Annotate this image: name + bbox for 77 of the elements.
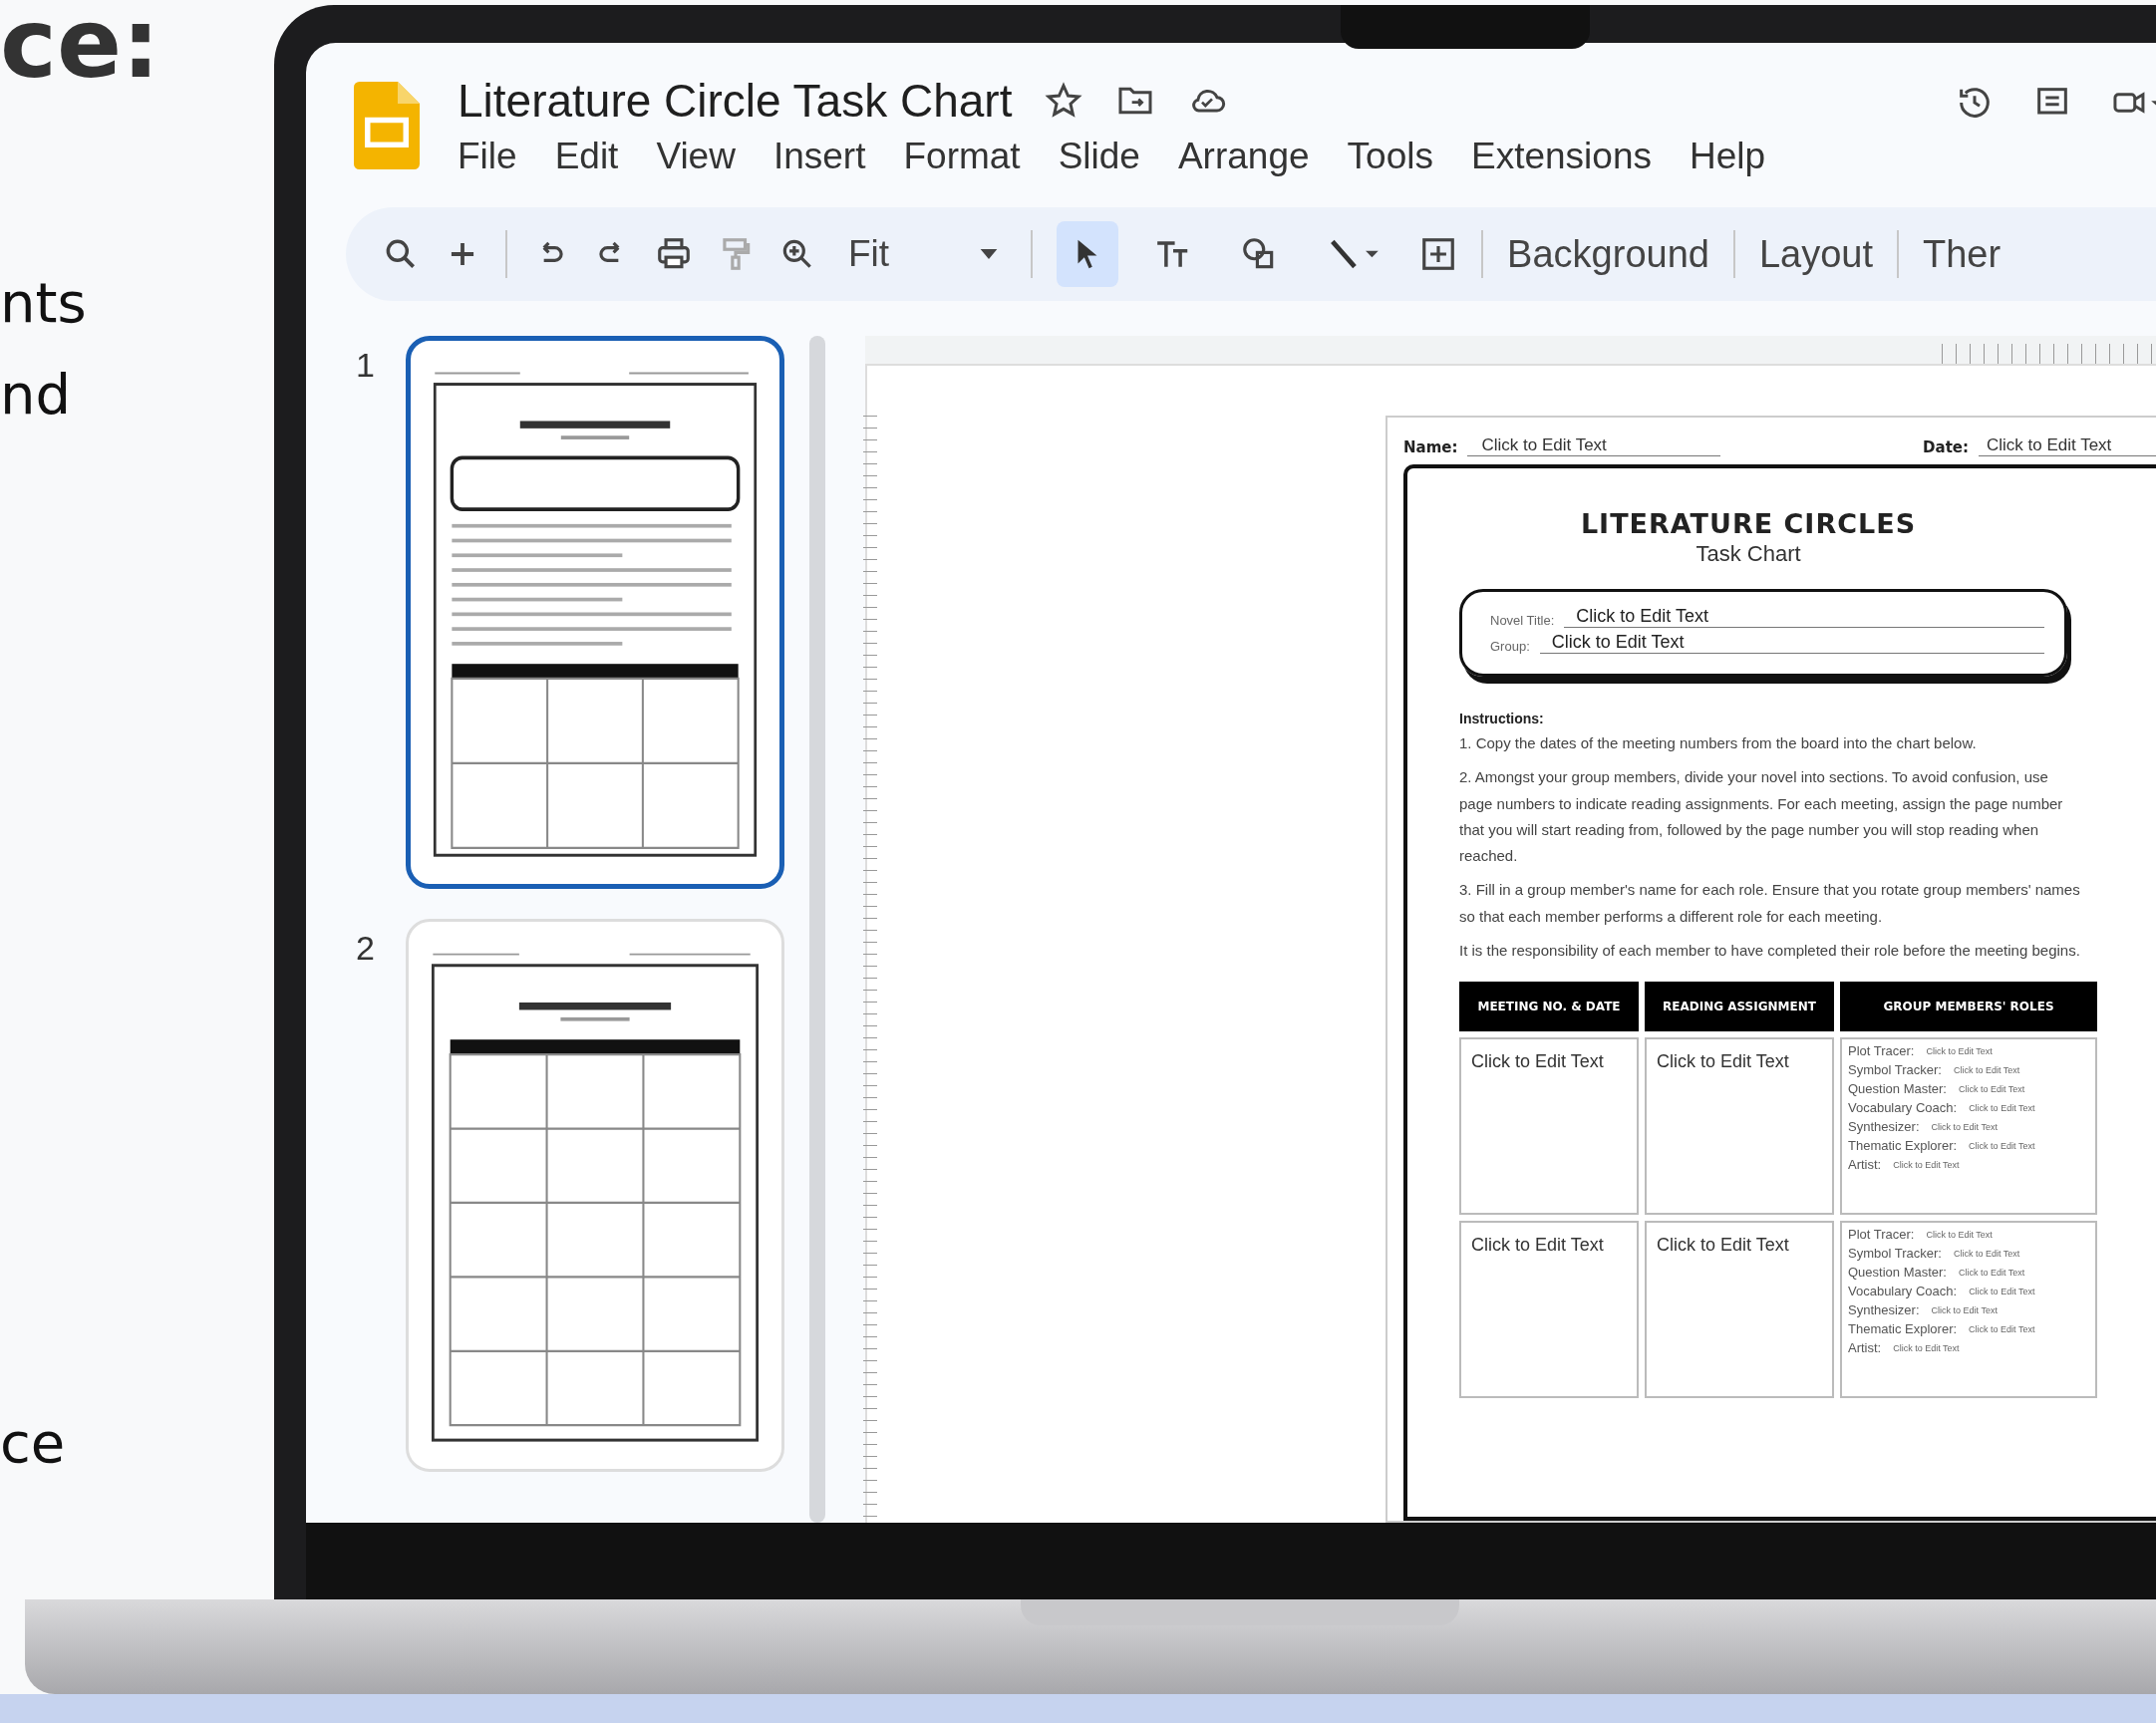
slide-number: 1 xyxy=(356,346,376,385)
date-field[interactable]: Click to Edit Text xyxy=(1979,435,2156,456)
headline-fragment: nts xyxy=(0,268,88,337)
role-field[interactable]: Click to Edit Text xyxy=(1969,1140,2035,1151)
role-label: Artist: xyxy=(1848,1340,1882,1355)
menu-item[interactable]: Edit xyxy=(554,135,619,177)
fill-in-line[interactable]: Click to Edit Text xyxy=(1564,606,2044,628)
select-tool-button[interactable] xyxy=(1057,221,1119,287)
instruction-paragraph: It is the responsibility of each member to have completed their role before the meeting begins. xyxy=(1459,940,2081,961)
table-header: READING ASSIGNMENT xyxy=(1645,982,1834,1031)
role-field[interactable]: Click to Edit Text xyxy=(1959,1267,2025,1278)
role-label: Vocabulary Coach: xyxy=(1848,1284,1958,1298)
role-label: Symbol Tracker: xyxy=(1848,1246,1942,1261)
worksheet-heading: LITERATURE CIRCLES xyxy=(1579,508,1918,539)
field-label: Date: xyxy=(1923,438,1969,456)
field-label: Novel Title: xyxy=(1490,613,1555,628)
field-label: Name: xyxy=(1403,438,1458,456)
instruction-paragraph: 3. Fill in a group member's name for each role. Ensure that you rotate group members' names so that each member performs a different role for each meeting. xyxy=(1459,880,2081,927)
instructions-heading: Instructions: xyxy=(1459,711,1545,726)
caret-icon xyxy=(979,247,1000,261)
table-header: MEETING NO. & DATE xyxy=(1459,982,1639,1031)
field-label: Group: xyxy=(1490,639,1530,654)
menu-item[interactable]: View xyxy=(656,135,736,177)
role-field[interactable]: Click to Edit Text xyxy=(1893,1159,1960,1170)
menu-item[interactable]: Help xyxy=(1689,135,1766,177)
name-field[interactable]: Click to Edit Text xyxy=(1467,435,1721,456)
table-cell[interactable]: Click to Edit Text xyxy=(1657,1235,1789,1255)
menu-item[interactable]: Arrange xyxy=(1177,135,1310,177)
role-field[interactable]: Click to Edit Text xyxy=(1926,1045,1993,1056)
table-cell[interactable]: Click to Edit Text xyxy=(1657,1051,1789,1071)
role-field[interactable]: Click to Edit Text xyxy=(1969,1102,2035,1113)
role-field[interactable]: Click to Edit Text xyxy=(1959,1083,2025,1094)
role-label: Plot Tracer: xyxy=(1848,1043,1915,1058)
role-field[interactable]: Click to Edit Text xyxy=(1969,1323,2035,1334)
role-label: Vocabulary Coach: xyxy=(1848,1100,1958,1115)
role-field[interactable]: Click to Edit Text xyxy=(1931,1304,1998,1315)
headline-fragment: nd xyxy=(0,360,73,429)
role-label: Artist: xyxy=(1848,1157,1882,1172)
menu-item[interactable]: Insert xyxy=(772,135,866,177)
fill-in-line[interactable]: Click to Edit Text xyxy=(1539,632,2044,654)
menu-item[interactable]: Extensions xyxy=(1470,135,1652,177)
table-cell[interactable]: Click to Edit Text xyxy=(1471,1051,1604,1071)
toolbar-button[interactable]: Background xyxy=(1507,232,1709,276)
role-field[interactable]: Click to Edit Text xyxy=(1953,1064,2020,1075)
role-field[interactable]: Click to Edit Text xyxy=(1969,1286,2035,1296)
headline-fragment: ce: xyxy=(0,0,161,98)
slide-thumbnail[interactable] xyxy=(406,336,784,889)
role-field[interactable]: Click to Edit Text xyxy=(1931,1121,1998,1132)
slides-logo-icon xyxy=(354,81,420,169)
role-label: Synthesizer: xyxy=(1848,1119,1920,1134)
table-cell[interactable]: Click to Edit Text xyxy=(1471,1235,1604,1255)
zoom-dropdown[interactable]: Fit xyxy=(840,233,1008,275)
role-label: Symbol Tracker: xyxy=(1848,1062,1942,1077)
menu-item[interactable]: File xyxy=(458,135,517,177)
document-title[interactable]: Literature Circle Task Chart xyxy=(458,73,1013,128)
table-header: GROUP MEMBERS' ROLES xyxy=(1840,982,2097,1031)
role-label: Thematic Explorer: xyxy=(1848,1321,1958,1336)
role-label: Plot Tracer: xyxy=(1848,1227,1915,1242)
menu-item[interactable]: Tools xyxy=(1347,135,1433,177)
role-field[interactable]: Click to Edit Text xyxy=(1893,1342,1960,1353)
role-field[interactable]: Click to Edit Text xyxy=(1926,1229,1993,1240)
role-label: Thematic Explorer: xyxy=(1848,1138,1958,1153)
role-label: Question Master: xyxy=(1848,1265,1947,1280)
role-field[interactable]: Click to Edit Text xyxy=(1953,1248,2020,1259)
worksheet-subheading: Task Chart xyxy=(1694,541,1802,567)
slide-number: 2 xyxy=(356,929,376,968)
toolbar-button[interactable]: Layout xyxy=(1758,232,1873,276)
menu-item[interactable]: Format xyxy=(903,135,1021,177)
star-icon[interactable] xyxy=(1044,80,1084,121)
headline-fragment: ce xyxy=(0,1408,67,1477)
role-label: Synthesizer: xyxy=(1848,1302,1920,1317)
scrollbar[interactable] xyxy=(809,336,825,1523)
menu-item[interactable]: Slide xyxy=(1058,135,1140,177)
instruction-paragraph: 2. Amongst your group members, divide your novel into sections. To avoid confusion, use page numbers to indicate reading assignments. For each meeting, assign the page number that you will start reading from, followed by the page number you will stop reading when reached. xyxy=(1459,767,2064,866)
toolbar-button[interactable]: Ther xyxy=(1923,232,2002,276)
instruction-paragraph: 1. Copy the dates of the meeting numbers from the board into the chart below. xyxy=(1459,733,1978,753)
role-label: Question Master: xyxy=(1848,1081,1947,1096)
